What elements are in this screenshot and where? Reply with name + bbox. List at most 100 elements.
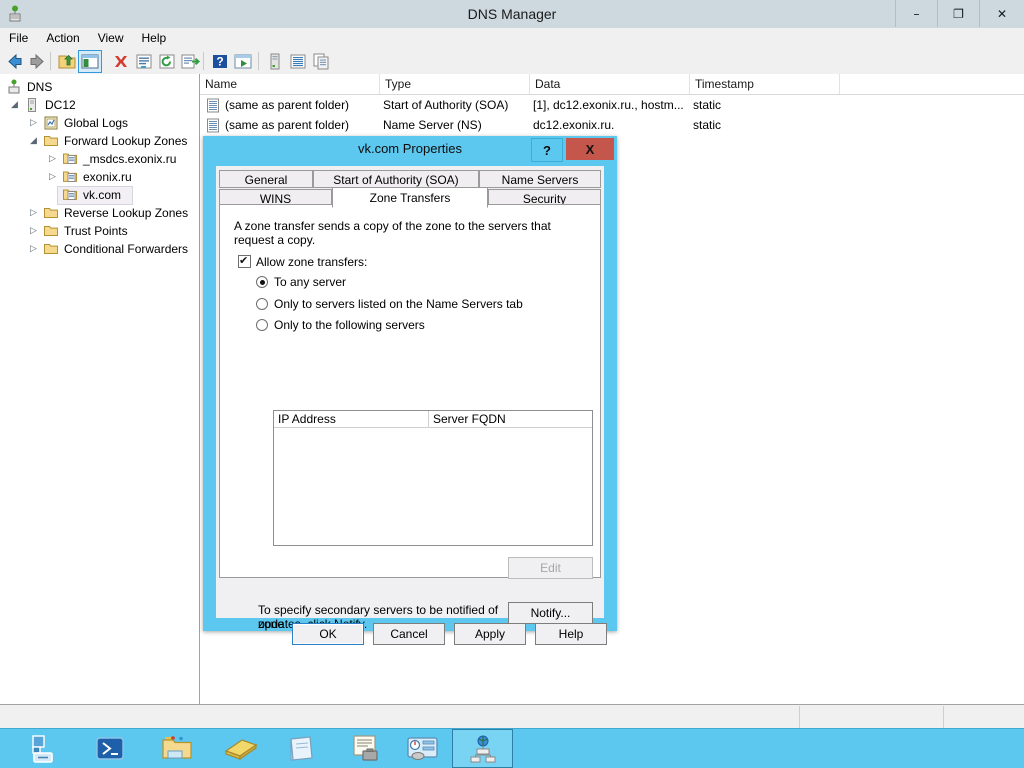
tree-node-global-logs[interactable]: ▷ Global Logs <box>0 114 199 132</box>
close-icon: ✕ <box>996 6 1008 21</box>
taskbar: DEU US 13:21 30.04.2013 <box>0 728 1024 768</box>
taskbar-scripts-toolbox-button[interactable] <box>335 729 396 768</box>
expand-arrow-icon[interactable]: ▷ <box>30 208 40 218</box>
server-icon[interactable] <box>264 51 286 72</box>
control-panel-icon <box>407 737 438 760</box>
radio-only-following-servers-label: Only to the following servers <box>274 318 425 332</box>
secondary-servers-list-header: IP Address Server FQDN <box>274 411 592 428</box>
tab-name-servers[interactable]: Name Servers <box>479 170 601 188</box>
tab-zone-transfers[interactable]: Zone Transfers <box>332 187 488 208</box>
zone-transfers-panel: A zone transfer sends a copy of the zone… <box>219 204 601 631</box>
tree-node-dc12[interactable]: ◢ DC12 <box>0 96 199 114</box>
allow-zone-transfers-checkbox[interactable] <box>238 254 251 268</box>
expand-arrow-icon[interactable]: ▷ <box>49 172 59 182</box>
forward-icon[interactable] <box>26 51 48 72</box>
console-tree[interactable]: DNS ◢ DC12 ▷ Global Logs ◢ Forward Looku… <box>0 74 200 704</box>
cancel-button[interactable]: Cancel <box>373 623 445 645</box>
minimize-icon: – <box>913 6 920 21</box>
taskbar-server-manager-button[interactable] <box>12 729 73 768</box>
radio-to-any-server[interactable] <box>256 276 268 288</box>
radio-only-following-servers[interactable] <box>256 319 268 331</box>
dns-root-icon <box>8 79 20 94</box>
ok-button[interactable]: OK <box>292 623 364 645</box>
apply-button[interactable]: Apply <box>454 623 526 645</box>
folder-icon <box>44 208 58 218</box>
tree-node-msdcs-exonix-ru[interactable]: ▷ _msdcs.exonix.ru <box>0 150 199 168</box>
tree-node-dns[interactable]: DNS <box>0 78 199 96</box>
taskbar-notepad-button[interactable] <box>272 729 333 768</box>
menu-item-help[interactable]: Help <box>133 28 176 48</box>
zone-properties-dialog: vk.com Properties ? X General Start of A… <box>203 136 617 645</box>
collapse-arrow-icon[interactable]: ◢ <box>30 136 40 146</box>
collapse-arrow-icon[interactable]: ◢ <box>11 100 21 110</box>
table-row[interactable]: (same as parent folder) Start of Authori… <box>200 96 1024 115</box>
window-titlebar: DNS Manager – ❐ ✕ <box>0 0 1024 29</box>
new-window-icon[interactable] <box>232 51 254 72</box>
taskbar-dns-manager-button[interactable] <box>452 729 513 768</box>
radio-only-name-servers-tab[interactable] <box>256 298 268 310</box>
column-header-ip-address[interactable]: IP Address <box>274 411 429 427</box>
back-icon[interactable] <box>4 51 26 72</box>
taskbar-control-panel-button[interactable] <box>392 729 453 768</box>
zone-icon <box>63 153 77 164</box>
copy-icon[interactable] <box>310 51 332 72</box>
list-icon[interactable] <box>287 51 309 72</box>
properties-icon[interactable] <box>133 51 155 72</box>
column-header-server-fqdn[interactable]: Server FQDN <box>429 411 592 427</box>
column-header-filler <box>840 74 1024 94</box>
folder-icon <box>44 244 58 254</box>
notify-button[interactable]: Notify... <box>508 602 593 624</box>
cell-data: dc12.exonix.ru. <box>533 118 615 132</box>
tree-node-forward-lookup-zones[interactable]: ◢ Forward Lookup Zones <box>0 132 199 150</box>
delete-icon[interactable] <box>110 51 132 72</box>
menu-item-action[interactable]: Action <box>37 28 88 48</box>
tree-node-reverse-lookup-zones[interactable]: ▷ Reverse Lookup Zones <box>0 204 199 222</box>
expand-arrow-icon[interactable]: ▷ <box>30 244 40 254</box>
close-button[interactable]: ✕ <box>979 0 1024 27</box>
tree-node-conditional-forwarders[interactable]: ▷ Conditional Forwarders <box>0 240 199 258</box>
dialog-help-button[interactable]: ? <box>531 138 563 162</box>
cell-name: (same as parent folder) <box>225 98 350 112</box>
svg-text:?: ? <box>216 55 223 69</box>
tree-node-exonix-ru[interactable]: ▷ exonix.ru <box>0 168 199 186</box>
show-hide-console-tree-button[interactable] <box>78 50 102 73</box>
up-folder-icon[interactable] <box>56 51 78 72</box>
tree-node-label: DC12 <box>45 98 76 112</box>
restore-icon: ❐ <box>953 6 964 21</box>
export-list-icon[interactable] <box>179 51 201 72</box>
dialog-body: General Start of Authority (SOA) Name Se… <box>216 166 607 645</box>
menu-item-file[interactable]: File <box>0 28 37 48</box>
column-header-name[interactable]: Name <box>200 74 380 94</box>
allow-zone-transfers-label: Allow zone transfers: <box>256 255 368 269</box>
column-header-type[interactable]: Type <box>380 74 530 94</box>
tree-node-vk-com[interactable]: vk.com <box>0 186 199 205</box>
edit-button[interactable]: Edit <box>508 557 593 579</box>
global-logs-icon <box>44 116 58 130</box>
expand-arrow-icon[interactable]: ▷ <box>30 226 40 236</box>
cell-type: Name Server (NS) <box>383 118 482 132</box>
dialog-close-button[interactable]: X <box>566 138 614 160</box>
tree-node-trust-points[interactable]: ▷ Trust Points <box>0 222 199 240</box>
table-row[interactable]: (same as parent folder) Name Server (NS)… <box>200 116 1024 135</box>
minimize-button[interactable]: – <box>895 0 937 27</box>
refresh-icon[interactable] <box>156 51 178 72</box>
radio-only-name-servers-tab-label: Only to servers listed on the Name Serve… <box>274 297 523 311</box>
taskbar-hyper-v-manager-button[interactable] <box>210 729 271 768</box>
expand-arrow-icon[interactable]: ▷ <box>30 118 40 128</box>
help-button[interactable]: Help <box>535 623 607 645</box>
expand-arrow-icon[interactable]: ▷ <box>49 154 59 164</box>
taskbar-file-explorer-button[interactable] <box>147 729 208 768</box>
window-title: DNS Manager <box>467 6 557 22</box>
menu-item-view[interactable]: View <box>89 28 133 48</box>
secondary-servers-list[interactable]: IP Address Server FQDN <box>273 410 593 546</box>
taskbar-powershell-button[interactable] <box>80 729 141 768</box>
list-view-header: Name Type Data Timestamp <box>200 74 1024 95</box>
restore-button[interactable]: ❐ <box>937 0 979 27</box>
column-header-data[interactable]: Data <box>530 74 690 94</box>
column-header-timestamp[interactable]: Timestamp <box>690 74 840 94</box>
tab-start-of-authority[interactable]: Start of Authority (SOA) <box>313 170 479 188</box>
tab-general[interactable]: General <box>219 170 313 188</box>
tree-node-label: Reverse Lookup Zones <box>64 206 189 220</box>
help-icon[interactable]: ? <box>209 51 231 72</box>
radio-to-any-server-label: To any server <box>274 275 347 289</box>
